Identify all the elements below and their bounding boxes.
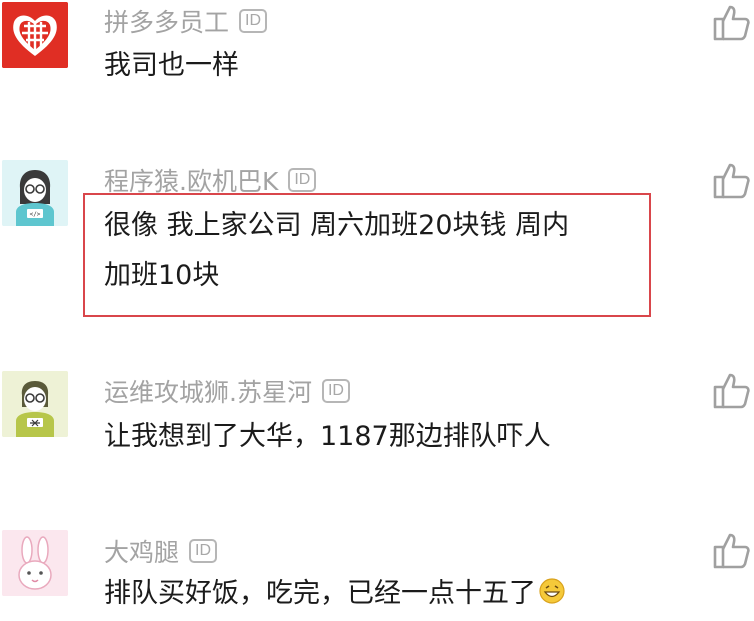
comment-text-line: 排队买好饭，吃完，已经一点十五了 — [104, 578, 536, 609]
username[interactable]: 拼多多员工 ID — [104, 3, 268, 39]
comment-text-line: 我司也一样 — [104, 50, 239, 81]
id-badge: ID — [288, 168, 317, 192]
rabbit-avatar-icon[interactable] — [2, 530, 68, 596]
id-badge: ID — [239, 9, 268, 33]
ops-engineer-avatar-icon[interactable] — [2, 371, 68, 437]
comment-text-line: 让我想到了大华，1187那边排队吓人 — [104, 421, 551, 452]
thumbs-up-icon[interactable] — [712, 160, 752, 200]
thumbs-up-icon[interactable] — [712, 530, 752, 570]
thumbs-up-icon[interactable] — [712, 370, 752, 410]
svg-text:</>: </> — [30, 211, 41, 218]
comment-text: 我司也一样 — [104, 42, 239, 90]
pinduoduo-logo-icon[interactable] — [2, 2, 68, 68]
id-badge: ID — [321, 379, 350, 403]
username[interactable]: 运维攻城狮.苏星河 ID — [104, 373, 350, 409]
comment-text: 让我想到了大华，1187那边排队吓人 — [104, 413, 551, 461]
username-text[interactable]: 运维攻城狮.苏星河 — [104, 373, 312, 409]
grin-emoji-icon — [538, 573, 566, 621]
username-text[interactable]: 大鸡腿 — [104, 533, 179, 569]
id-badge: ID — [189, 539, 218, 563]
programmer-avatar-icon[interactable]: </> — [2, 160, 68, 226]
username-text[interactable]: 拼多多员工 — [104, 3, 229, 39]
highlight-box — [83, 193, 651, 317]
thumbs-up-icon[interactable] — [712, 2, 752, 42]
comment-text: 排队买好饭，吃完，已经一点十五了 — [104, 570, 566, 621]
username[interactable]: 大鸡腿 ID — [104, 533, 218, 569]
